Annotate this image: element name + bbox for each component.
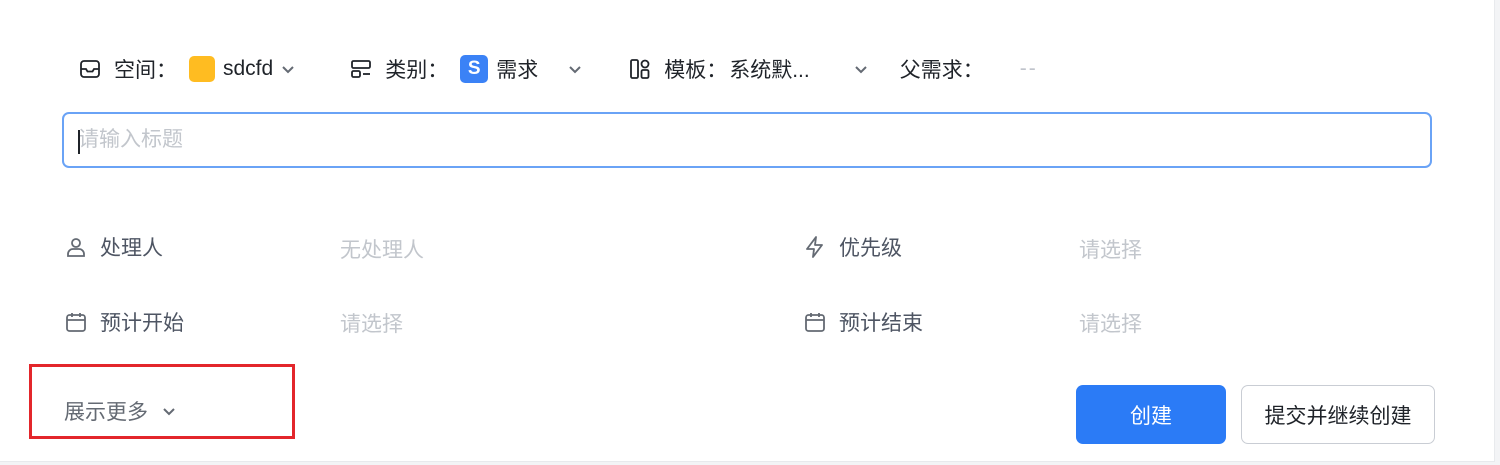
category-selector[interactable]: 类别： S 需求: [349, 54, 584, 84]
space-value: sdcfd: [223, 57, 274, 80]
title-input[interactable]: [62, 112, 1432, 168]
calendar-icon: [64, 310, 88, 334]
category-value: 需求: [496, 59, 539, 82]
end-field: 预计结束: [803, 307, 923, 337]
template-selector[interactable]: 模板： 系统默...: [628, 54, 870, 84]
chevron-down-icon[interactable]: [279, 60, 297, 78]
chevron-down-icon[interactable]: [566, 60, 584, 78]
category-badge-icon: S: [460, 55, 489, 83]
category-label: 类别：: [385, 59, 449, 82]
calendar-icon: [803, 310, 827, 334]
highlight-box: [29, 364, 295, 439]
priority-field: 优先级: [803, 232, 902, 262]
parent-requirement[interactable]: 父需求： --: [900, 54, 1038, 84]
inbox-icon: [78, 57, 102, 81]
priority-value[interactable]: 请选择: [1079, 234, 1142, 264]
end-value[interactable]: 请选择: [1079, 308, 1142, 338]
space-color-icon: [189, 56, 215, 82]
template-value: 系统默...: [729, 59, 810, 82]
create-requirement-panel: 空间： sdcfd 类别： S 需求 模板： 系统默... 父需求： -- 请输…: [0, 0, 1495, 462]
start-label: 预计开始: [100, 312, 184, 335]
priority-label: 优先级: [839, 237, 902, 260]
parent-value: --: [1019, 57, 1038, 80]
assignee-value[interactable]: 无处理人: [340, 234, 424, 264]
space-selector[interactable]: 空间： sdcfd: [78, 54, 297, 84]
assignee-field: 处理人: [64, 232, 163, 262]
create-button[interactable]: 创建: [1076, 385, 1226, 444]
template-label: 模板：: [664, 59, 728, 82]
parent-label: 父需求：: [899, 59, 984, 82]
start-value[interactable]: 请选择: [340, 308, 403, 338]
category-icon: [349, 57, 373, 81]
chevron-down-icon[interactable]: [852, 60, 870, 78]
user-icon: [64, 235, 88, 259]
meta-row: 空间： sdcfd 类别： S 需求 模板： 系统默... 父需求： --: [78, 52, 1038, 86]
end-label: 预计结束: [839, 312, 923, 335]
lightning-icon: [803, 235, 827, 259]
assignee-label: 处理人: [100, 237, 163, 260]
text-caret: [78, 130, 80, 154]
start-field: 预计开始: [64, 307, 184, 337]
space-label: 空间：: [114, 59, 177, 82]
template-icon: [628, 57, 652, 81]
submit-and-continue-button[interactable]: 提交并继续创建: [1241, 385, 1435, 444]
